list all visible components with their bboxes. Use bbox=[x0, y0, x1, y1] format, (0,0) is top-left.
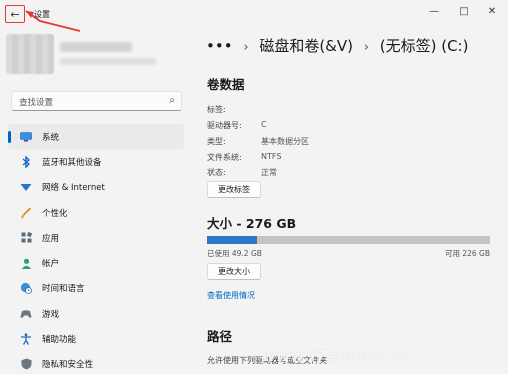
sidebar-item-bluetooth[interactable]: 蓝牙和其他设备 bbox=[8, 149, 184, 174]
account-icon bbox=[19, 256, 33, 270]
app-title: 设置 bbox=[34, 10, 50, 19]
sidebar-item-label: 蓝牙和其他设备 bbox=[42, 157, 102, 168]
breadcrumb-separator-icon: › bbox=[363, 40, 369, 55]
minimize-button[interactable]: — bbox=[420, 3, 448, 19]
usage-bar-fill bbox=[207, 236, 258, 244]
breadcrumb-item-disks-volumes[interactable]: 磁盘和卷(&V) bbox=[259, 37, 353, 55]
sidebar-item-gaming[interactable]: 游戏 bbox=[8, 301, 184, 326]
volume-data-heading: 卷数据 bbox=[207, 77, 245, 92]
sidebar-item-label: 隐私和安全性 bbox=[42, 360, 94, 371]
breadcrumb-overflow-button[interactable]: ••• bbox=[206, 37, 233, 55]
sidebar-item-label: 应用 bbox=[42, 233, 60, 244]
sidebar-item-privacy[interactable]: 隐私和安全性 bbox=[8, 352, 184, 374]
breadcrumb: ••• › 磁盘和卷(&V) › (无标签) (C:) bbox=[206, 35, 474, 56]
status-value: 正常 bbox=[261, 168, 277, 177]
sidebar-item-network[interactable]: 网络 & Internet bbox=[8, 175, 184, 200]
available-space-text: 可用 226 GB bbox=[444, 249, 490, 258]
search-icon: ⌕ bbox=[169, 95, 175, 106]
sidebar-item-accessibility[interactable]: 辅助功能 bbox=[8, 326, 184, 351]
maximize-icon: □ bbox=[459, 5, 469, 17]
page-title: (无标签) (C:) bbox=[379, 37, 469, 55]
status-key: 状态: bbox=[207, 168, 226, 177]
usage-bar bbox=[207, 236, 490, 244]
label-key: 标签: bbox=[207, 105, 226, 114]
sidebar-item-label: 帐户 bbox=[42, 259, 60, 270]
title-bar: ← 设置 — □ ✕ bbox=[0, 0, 508, 32]
user-account-card[interactable] bbox=[6, 28, 181, 78]
drive-letter-value: C bbox=[261, 120, 267, 129]
bluetooth-icon bbox=[19, 155, 33, 169]
sidebar-item-personalization[interactable]: 个性化 bbox=[8, 200, 184, 225]
close-icon: ✕ bbox=[487, 5, 497, 17]
sidebar-item-time-language[interactable]: 时间和语言 bbox=[8, 276, 184, 301]
sidebar-item-label: 时间和语言 bbox=[42, 284, 85, 295]
drive-letter-key: 驱动器号: bbox=[207, 121, 242, 130]
sidebar-nav: 系统 蓝牙和其他设备 网络 & Internet 个性化 应用 帐户 时间和语言… bbox=[8, 124, 184, 374]
sidebar-item-system[interactable]: 系统 bbox=[8, 124, 184, 150]
brush-icon bbox=[19, 206, 33, 220]
user-name-blurred bbox=[60, 42, 132, 52]
selected-indicator bbox=[8, 131, 11, 143]
file-system-key: 文件系统: bbox=[207, 153, 242, 162]
sidebar-item-apps[interactable]: 应用 bbox=[8, 225, 184, 250]
system-icon bbox=[19, 130, 33, 144]
path-heading: 路径 bbox=[207, 329, 233, 344]
search-input[interactable]: 查找设置 ⌕ bbox=[11, 91, 182, 111]
sidebar-item-accounts[interactable]: 帐户 bbox=[8, 250, 184, 275]
type-value: 基本数据分区 bbox=[261, 137, 309, 146]
settings-window: ← 设置 — □ ✕ 查找设置 ⌕ 系统 蓝牙和其他设备 网络 & Intern… bbox=[0, 0, 508, 374]
shield-icon bbox=[19, 357, 33, 371]
view-usage-link[interactable]: 查看使用情况 bbox=[207, 290, 255, 301]
network-icon bbox=[19, 180, 33, 194]
maximize-button[interactable]: □ bbox=[450, 3, 478, 19]
gaming-icon bbox=[19, 307, 33, 321]
avatar bbox=[6, 34, 54, 74]
sidebar-item-label: 辅助功能 bbox=[42, 335, 77, 346]
search-placeholder: 查找设置 bbox=[19, 98, 54, 108]
accessibility-icon bbox=[19, 332, 33, 346]
user-email-blurred bbox=[60, 58, 156, 65]
type-key: 类型: bbox=[207, 137, 226, 146]
sidebar-item-label: 个性化 bbox=[42, 208, 68, 219]
back-arrow-icon: ← bbox=[10, 7, 20, 21]
sidebar-item-label: 系统 bbox=[42, 132, 60, 143]
change-size-button[interactable]: 更改大小 bbox=[207, 263, 261, 280]
breadcrumb-separator-icon: › bbox=[243, 40, 249, 55]
change-label-button[interactable]: 更改标签 bbox=[207, 181, 261, 198]
watermark-text: www.i7admin.cc bbox=[262, 347, 407, 365]
sidebar-item-label: 游戏 bbox=[42, 309, 60, 320]
sidebar-item-label: 网络 & Internet bbox=[42, 183, 105, 194]
size-heading: 大小 - 276 GB bbox=[207, 216, 297, 231]
used-space-text: 已使用 49.2 GB bbox=[207, 249, 262, 258]
globe-clock-icon bbox=[19, 281, 33, 295]
file-system-value: NTFS bbox=[261, 152, 282, 161]
close-button[interactable]: ✕ bbox=[478, 3, 506, 19]
minimize-icon: — bbox=[429, 5, 439, 17]
apps-icon bbox=[19, 231, 33, 245]
